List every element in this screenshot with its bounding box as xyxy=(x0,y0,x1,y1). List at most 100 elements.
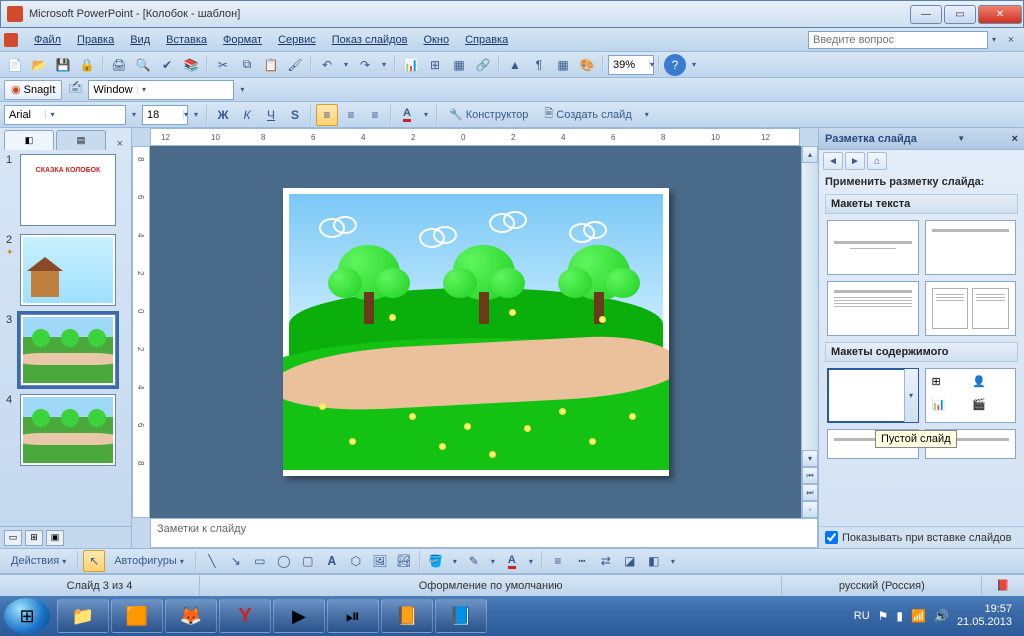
slide-canvas-area[interactable] xyxy=(150,146,801,518)
line-weight-button[interactable]: ≡ xyxy=(547,550,569,572)
italic-button[interactable]: К xyxy=(236,104,258,126)
help-button[interactable]: ? xyxy=(664,54,686,76)
doc-icon[interactable] xyxy=(4,33,18,47)
new-slide-button[interactable]: 🗎Создать слайд xyxy=(537,104,638,126)
autoshapes-menu[interactable]: Автофигуры▾ xyxy=(107,550,191,572)
open-button[interactable]: 📂 xyxy=(28,54,50,76)
picture-tool[interactable]: 🏞 xyxy=(393,550,415,572)
zoom-combo[interactable]: 39%▾ xyxy=(608,55,654,75)
taskpane-dropdown[interactable]: ▼ xyxy=(957,134,965,143)
snagit-window-combo[interactable]: Window▾ xyxy=(88,80,234,100)
font-history-dropdown[interactable]: ▾ xyxy=(128,110,140,119)
format-painter-button[interactable]: 🖌 xyxy=(284,54,306,76)
toolbar-options[interactable]: ▾ xyxy=(688,60,700,69)
research-button[interactable]: 📚 xyxy=(180,54,202,76)
line-color-button[interactable]: ✎ xyxy=(463,550,485,572)
slide-canvas[interactable] xyxy=(283,188,669,476)
redo-dropdown[interactable]: ▾ xyxy=(378,60,390,69)
menu-insert[interactable]: Вставка xyxy=(158,32,215,48)
font-color-button[interactable]: A xyxy=(396,104,418,126)
font-combo[interactable]: Arial▾ xyxy=(4,105,126,125)
hyperlink-button[interactable]: 🔗 xyxy=(472,54,494,76)
align-center-button[interactable]: ≡ xyxy=(340,104,362,126)
menu-edit[interactable]: Правка xyxy=(69,32,122,48)
minimize-button[interactable]: — xyxy=(910,5,942,24)
formatting-options[interactable]: ▾ xyxy=(641,110,653,119)
status-spell-icon[interactable]: 📕 xyxy=(982,575,1024,596)
table-button[interactable]: ⊞ xyxy=(424,54,446,76)
status-language[interactable]: русский (Россия) xyxy=(782,575,982,596)
permission-button[interactable]: 🔒 xyxy=(76,54,98,76)
dash-style-button[interactable]: ┅ xyxy=(571,550,593,572)
preview-button[interactable]: 🔍 xyxy=(132,54,154,76)
slide-thumb-4[interactable]: 4 xyxy=(6,394,125,466)
tray-battery-icon[interactable]: ▮ xyxy=(896,609,903,623)
oval-tool[interactable]: ◯ xyxy=(273,550,295,572)
tables-borders-button[interactable]: ▦ xyxy=(448,54,470,76)
grid-button[interactable]: ▦ xyxy=(552,54,574,76)
clipart-tool[interactable]: 🖼 xyxy=(369,550,391,572)
pane-close-button[interactable]: × xyxy=(113,138,127,150)
vertical-ruler[interactable]: 864202468 xyxy=(132,146,150,518)
tray-flag-icon[interactable]: ⚑ xyxy=(878,609,889,623)
vertical-scrollbar[interactable]: ▴ ▾ ⏮ ⏭ ◦ xyxy=(801,146,818,518)
redo-button[interactable]: ↷ xyxy=(354,54,376,76)
browse-object-button[interactable]: ◦ xyxy=(802,501,818,518)
scroll-down-button[interactable]: ▾ xyxy=(802,450,818,467)
font-size-combo[interactable]: 18▾ xyxy=(142,105,188,125)
mdi-close-button[interactable]: × xyxy=(1002,31,1020,49)
drawing-options[interactable]: ▾ xyxy=(667,557,679,566)
layout-title-slide[interactable] xyxy=(827,220,919,275)
spelling-button[interactable]: ✔ xyxy=(156,54,178,76)
menu-tools[interactable]: Сервис xyxy=(270,32,324,48)
menu-file[interactable]: Файл xyxy=(26,32,69,48)
layout-two-column-text[interactable] xyxy=(925,281,1017,336)
taskpane-close-button[interactable]: × xyxy=(1012,133,1018,145)
scroll-up-button[interactable]: ▴ xyxy=(802,146,818,163)
print-button[interactable]: 🖨 xyxy=(108,54,130,76)
tray-network-icon[interactable]: 📶 xyxy=(911,609,926,623)
show-on-insert-checkbox[interactable] xyxy=(825,531,838,544)
layout-blank[interactable]: ▾ xyxy=(827,368,919,423)
arrow-tool[interactable]: ↘ xyxy=(225,550,247,572)
taskpane-forward-button[interactable]: ► xyxy=(845,152,865,170)
menu-help[interactable]: Справка xyxy=(457,32,516,48)
menu-window[interactable]: Окно xyxy=(416,32,458,48)
tray-clock[interactable]: 19:5721.05.2013 xyxy=(957,603,1012,629)
expand-all-button[interactable]: ▲ xyxy=(504,54,526,76)
taskbar-explorer[interactable]: 📁 xyxy=(57,599,109,633)
new-doc-button[interactable]: 📄 xyxy=(4,54,26,76)
size-history-dropdown[interactable]: ▾ xyxy=(190,110,202,119)
maximize-button[interactable]: ▭ xyxy=(944,5,976,24)
chart-button[interactable]: 📊 xyxy=(400,54,422,76)
taskbar-app6[interactable]: ⏯ xyxy=(327,599,379,633)
undo-dropdown[interactable]: ▾ xyxy=(340,60,352,69)
snagit-settings-button[interactable]: 🖆 xyxy=(64,79,86,101)
wordart-tool[interactable]: 𝐀 xyxy=(321,550,343,572)
tray-lang[interactable]: RU xyxy=(854,610,870,622)
layout-dropdown-icon[interactable]: ▾ xyxy=(904,369,918,422)
underline-button[interactable]: Ч xyxy=(260,104,282,126)
show-format-button[interactable]: ¶ xyxy=(528,54,550,76)
3d-style-button[interactable]: ◧ xyxy=(643,550,665,572)
paste-button[interactable]: 📋 xyxy=(260,54,282,76)
taskbar-firefox[interactable]: 🦊 xyxy=(165,599,217,633)
normal-view-button[interactable]: ▭ xyxy=(4,530,22,546)
snagit-button[interactable]: ◉SnagIt xyxy=(4,80,62,100)
next-slide-button[interactable]: ⏭ xyxy=(802,484,818,501)
taskbar-app2[interactable]: 🟧 xyxy=(111,599,163,633)
diagram-tool[interactable]: ⬡ xyxy=(345,550,367,572)
prev-slide-button[interactable]: ⏮ xyxy=(802,467,818,484)
text-color-button[interactable]: A xyxy=(501,550,523,572)
taskbar-yandex[interactable]: Y xyxy=(219,599,271,633)
slide-thumb-2[interactable]: 2✦ xyxy=(6,234,125,306)
menu-view[interactable]: Вид xyxy=(122,32,158,48)
question-dropdown[interactable]: ▾ xyxy=(988,35,1000,44)
layout-title-only[interactable] xyxy=(925,220,1017,275)
shadow-style-button[interactable]: ◪ xyxy=(619,550,641,572)
tray-volume-icon[interactable]: 🔊 xyxy=(934,609,949,623)
sorter-view-button[interactable]: ⊞ xyxy=(25,530,43,546)
copy-button[interactable]: ⧉ xyxy=(236,54,258,76)
bold-button[interactable]: Ж xyxy=(212,104,234,126)
taskpane-back-button[interactable]: ◄ xyxy=(823,152,843,170)
